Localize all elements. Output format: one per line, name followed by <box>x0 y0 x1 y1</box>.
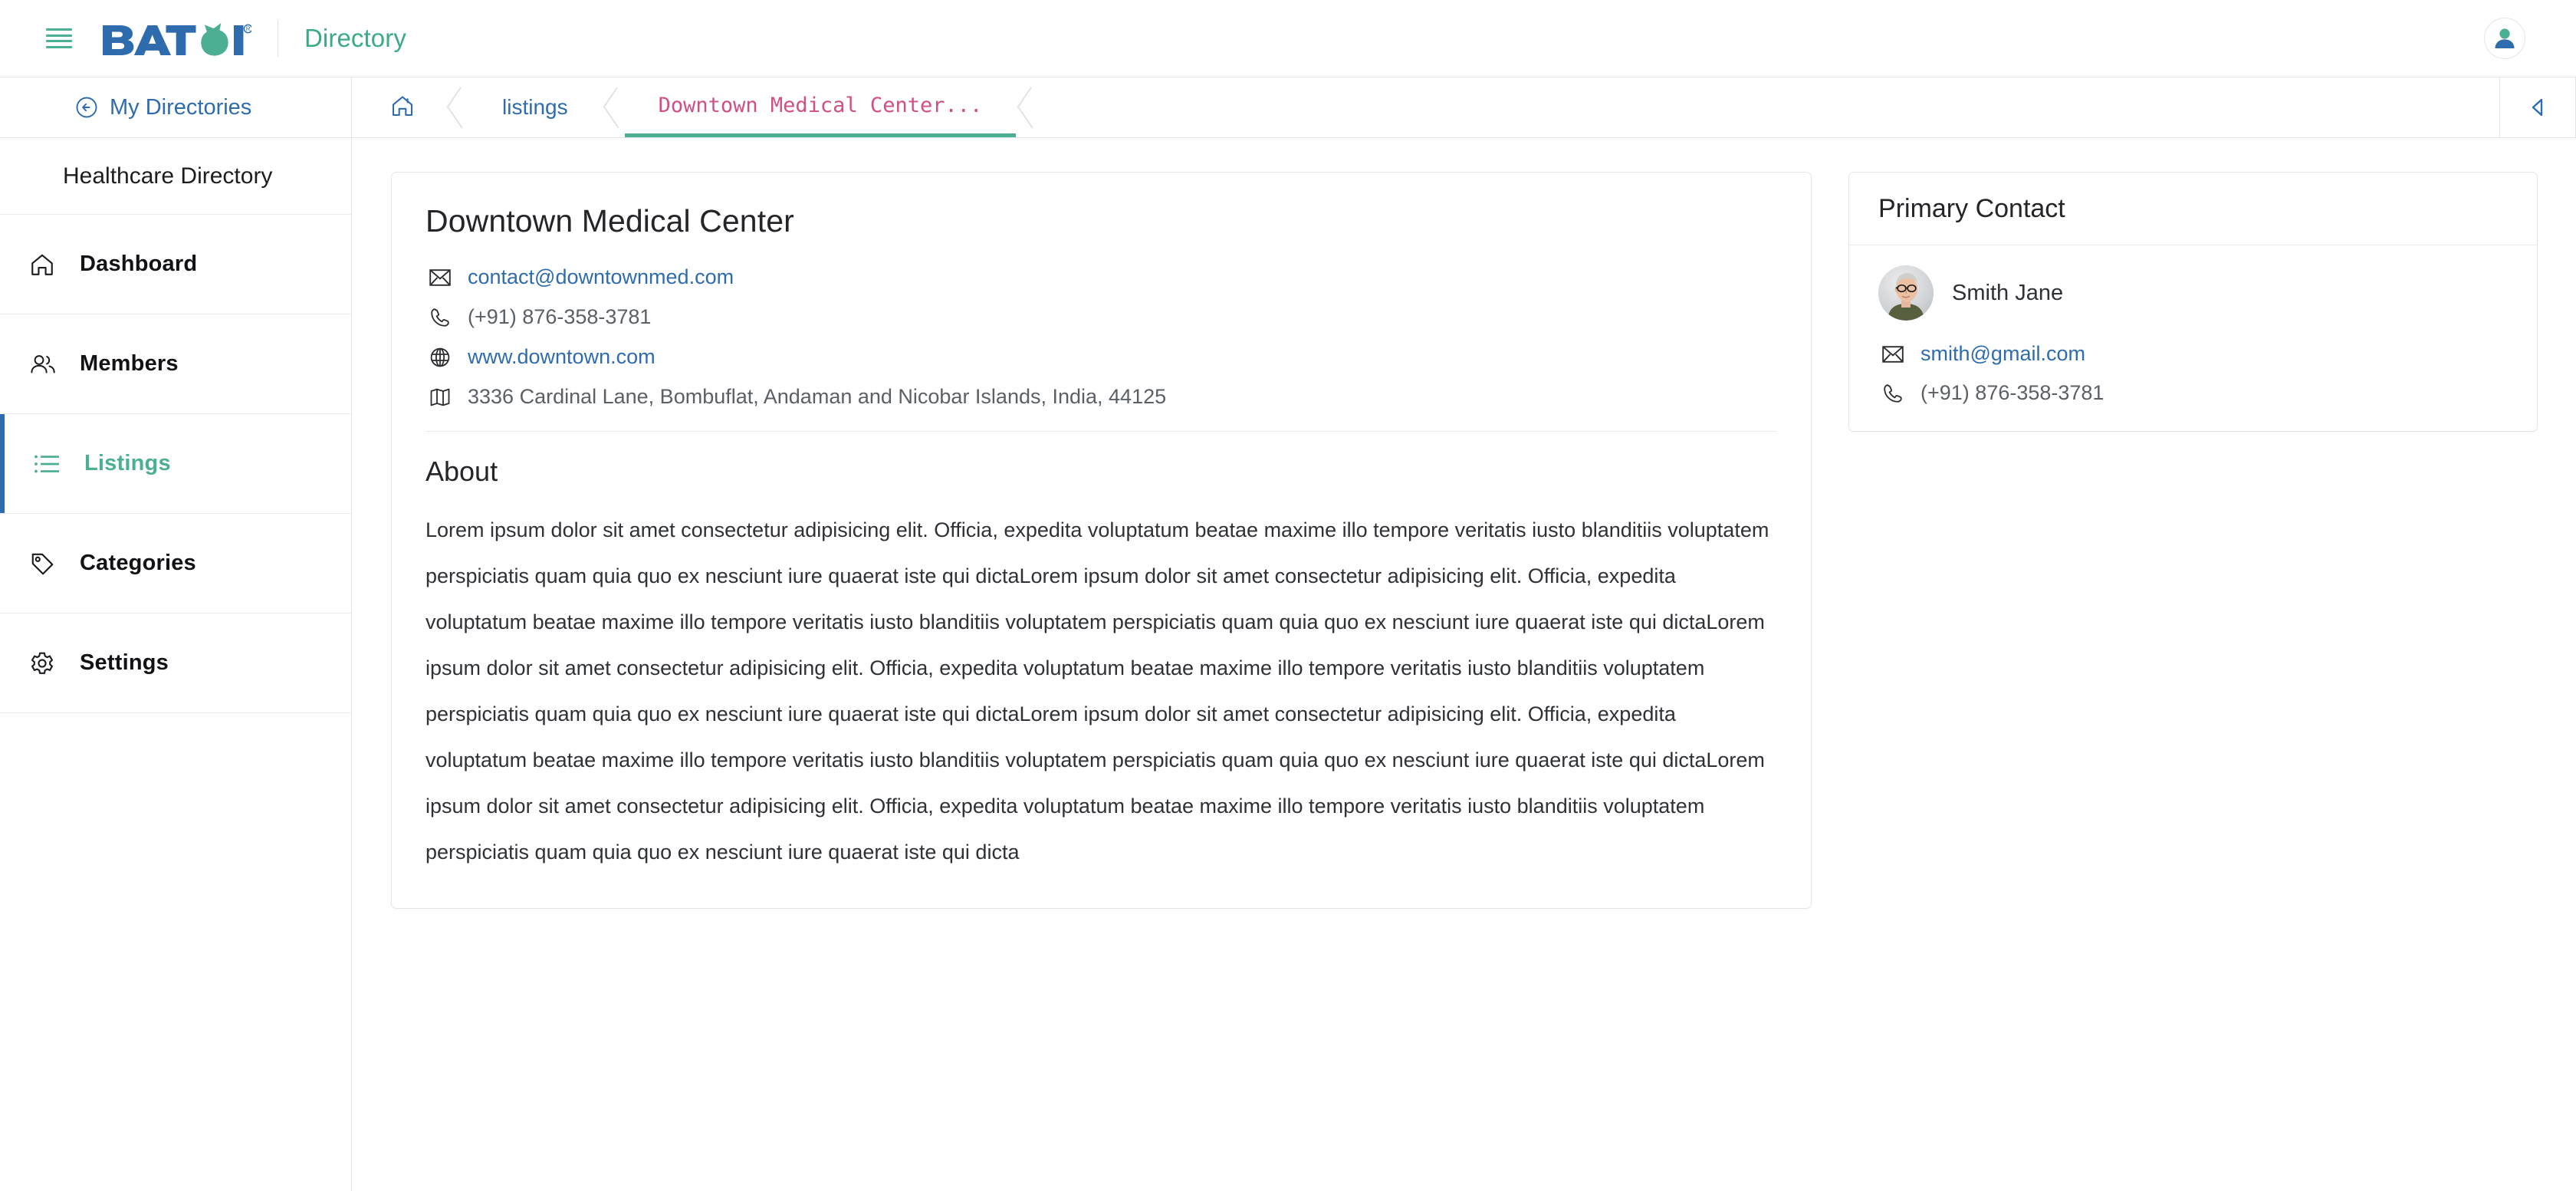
envelope-icon <box>426 268 455 286</box>
sidebar-item-label: Categories <box>80 551 196 575</box>
top-bar: R Directory <box>0 0 2576 77</box>
hamburger-line <box>46 34 72 37</box>
breadcrumb-item-label: Downtown Medical Center... <box>658 94 983 117</box>
contact-phone-row: (+91) 876-358-3781 <box>1878 381 2508 405</box>
breadcrumb-item-label: listings <box>502 95 568 119</box>
listing-email-row[interactable]: contact@downtownmed.com <box>426 265 1777 289</box>
sidebar-item-label: Dashboard <box>80 252 198 276</box>
contact-person-row: Smith Jane <box>1878 265 2508 321</box>
listing-detail-card: Downtown Medical Center contact@downtown… <box>391 172 1812 909</box>
hamburger-icon[interactable] <box>46 28 72 48</box>
contact-email-row[interactable]: smith@gmail.com <box>1878 342 2508 366</box>
listing-website-row[interactable]: www.downtown.com <box>426 345 1777 369</box>
user-avatar-icon[interactable] <box>2484 18 2525 59</box>
hamburger-line <box>46 28 72 31</box>
circle-arrow-left-icon <box>75 96 98 119</box>
batoi-logo[interactable]: R <box>101 21 251 56</box>
sidebar-item-settings[interactable]: Settings <box>0 614 351 713</box>
my-directories-link[interactable]: My Directories <box>0 77 352 137</box>
app-name: Directory <box>304 24 406 52</box>
caret-left-icon <box>2532 98 2543 117</box>
breadcrumb-separator-icon <box>445 77 468 137</box>
contact-phone: (+91) 876-358-3781 <box>1921 381 2104 404</box>
contact-email[interactable]: smith@gmail.com <box>1921 342 2085 366</box>
listing-address-row: 3336 Cardinal Lane, Bombuflat, Andaman a… <box>426 385 1777 409</box>
sidebar-item-label: Settings <box>80 650 169 675</box>
listing-phone: (+91) 876-358-3781 <box>468 305 652 328</box>
listing-phone-row: (+91) 876-358-3781 <box>426 305 1777 329</box>
sidebar-item-dashboard[interactable]: Dashboard <box>0 215 351 314</box>
globe-icon <box>426 347 455 367</box>
breadcrumb-item-home[interactable] <box>352 77 445 137</box>
home-icon <box>390 94 415 122</box>
sidebar-item-label: Listings <box>84 451 171 475</box>
primary-contact-card: Primary Contact Smith Jane smith@gmail.c… <box>1848 172 2538 432</box>
main-content: Downtown Medical Center contact@downtown… <box>353 138 2576 1191</box>
sidebar-item-label: Members <box>80 351 179 376</box>
section-divider <box>426 431 1778 432</box>
sidebar-item-categories[interactable]: Categories <box>0 514 351 614</box>
breadcrumb: listings Downtown Medical Center... <box>352 77 2499 137</box>
page-title: Downtown Medical Center <box>426 203 794 239</box>
about-heading: About <box>426 456 498 487</box>
phone-icon <box>426 308 455 327</box>
hamburger-line <box>46 40 72 43</box>
about-text: Lorem ipsum dolor sit amet consectetur a… <box>426 518 1769 864</box>
map-icon <box>426 388 455 406</box>
home-icon <box>29 252 63 278</box>
listing-website[interactable]: www.downtown.com <box>468 345 656 369</box>
sidebar-collapse-button[interactable] <box>2499 77 2576 137</box>
contact-name: Smith Jane <box>1952 280 2064 305</box>
primary-contact-heading: Primary Contact <box>1849 173 2537 245</box>
envelope-icon <box>1878 345 1907 363</box>
breadcrumb-separator-icon <box>602 77 625 137</box>
phone-icon <box>1878 383 1907 403</box>
primary-contact-body: Smith Jane smith@gmail.com (+91) 876-358… <box>1849 245 2537 431</box>
listing-address: 3336 Cardinal Lane, Bombuflat, Andaman a… <box>468 385 1167 408</box>
gear-icon <box>29 650 63 676</box>
breadcrumb-item-listings[interactable]: listings <box>468 77 602 137</box>
sidebar: Healthcare Directory Dashboard Members L… <box>0 138 352 1191</box>
breadcrumb-separator-icon <box>1016 77 1039 137</box>
listing-email[interactable]: contact@downtownmed.com <box>468 265 734 289</box>
sidebar-item-listings[interactable]: Listings <box>0 414 351 514</box>
tag-icon <box>29 551 63 577</box>
breadcrumb-bar: My Directories listings Downtown Medical… <box>0 77 2576 138</box>
hamburger-line <box>46 45 72 48</box>
directory-title: Healthcare Directory <box>0 138 351 215</box>
sidebar-item-members[interactable]: Members <box>0 314 351 414</box>
list-icon <box>34 453 67 475</box>
breadcrumb-item-current[interactable]: Downtown Medical Center... <box>624 77 1017 137</box>
svg-text:R: R <box>246 26 251 33</box>
users-icon <box>29 351 63 377</box>
avatar <box>1878 265 1934 321</box>
my-directories-label: My Directories <box>110 94 252 120</box>
